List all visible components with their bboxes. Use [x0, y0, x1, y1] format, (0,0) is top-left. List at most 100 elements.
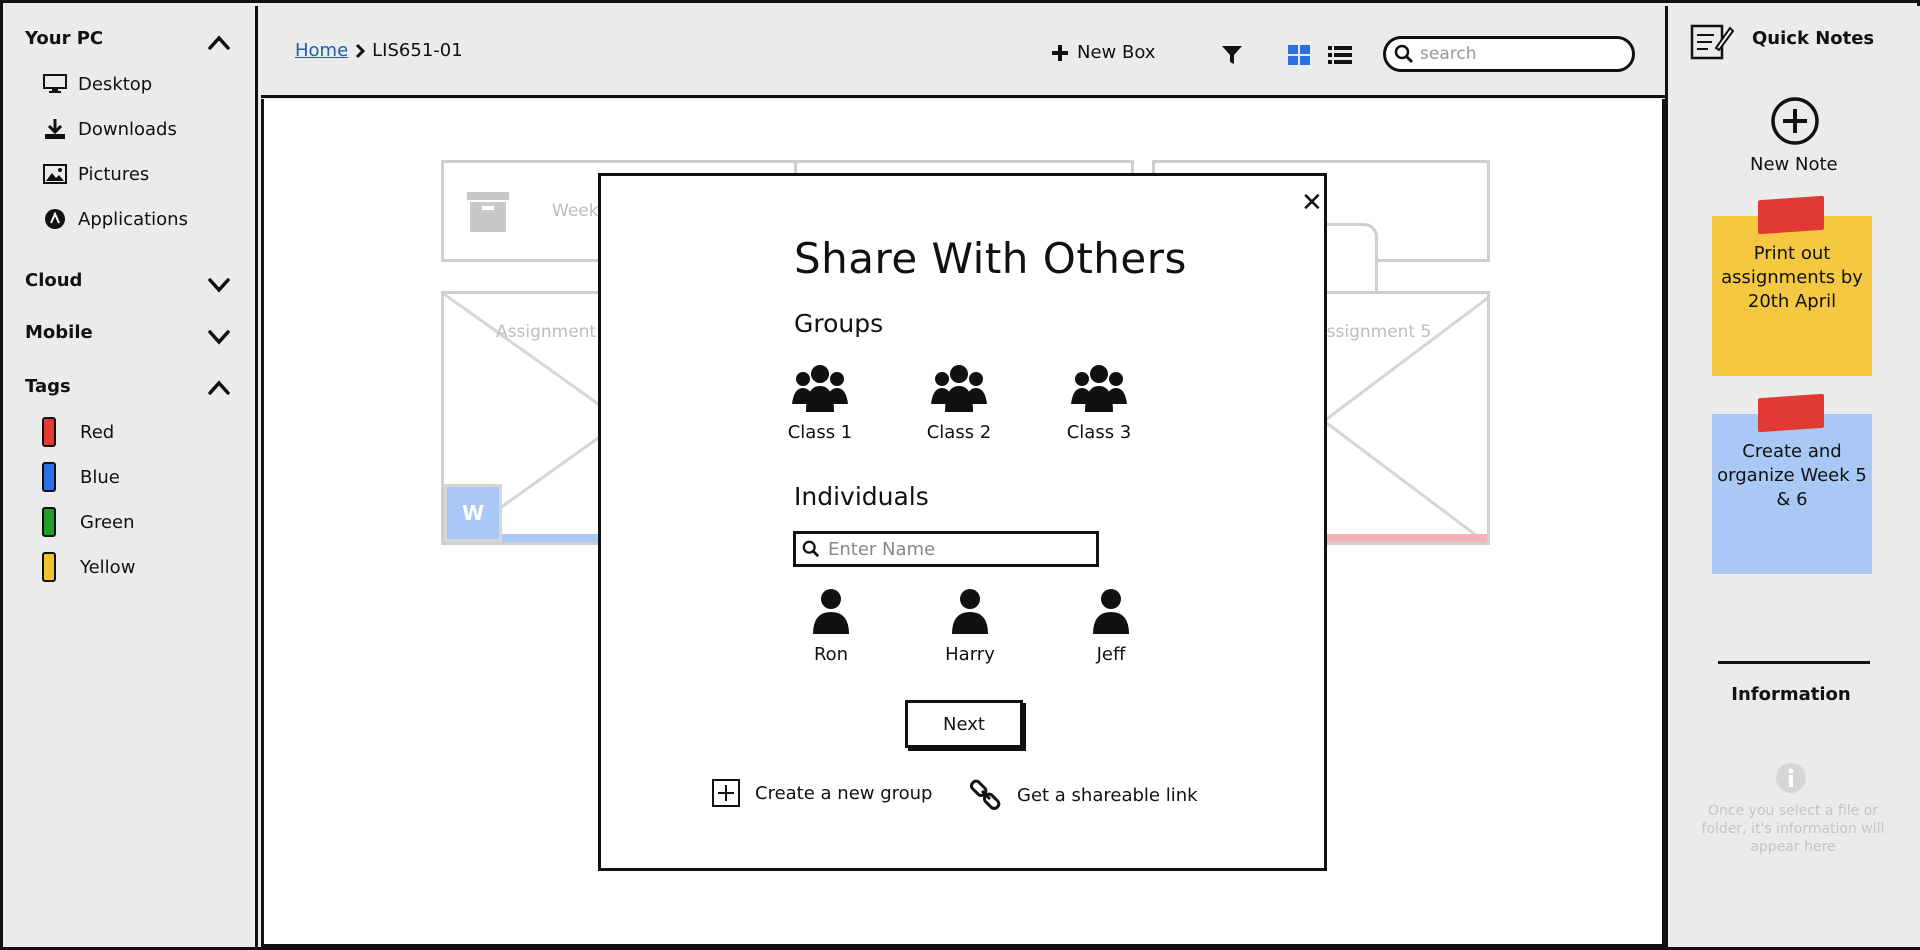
- individual-jeff[interactable]: Jeff: [1061, 588, 1161, 665]
- add-note-icon[interactable]: [1770, 96, 1820, 146]
- link-icon: [969, 779, 1001, 811]
- person-icon: [1093, 589, 1129, 634]
- notepad-icon: [1690, 24, 1734, 60]
- name-placeholder: Enter Name: [828, 538, 936, 560]
- grid-view-icon[interactable]: [1287, 44, 1311, 66]
- group-class-3[interactable]: Class 3: [1049, 364, 1149, 443]
- sidebar-item-applications[interactable]: Applications: [42, 204, 188, 234]
- ghost-card-label: Assignment: [496, 322, 597, 342]
- shareable-link-button[interactable]: Get a shareable link: [969, 778, 1198, 812]
- sidebar-item-desktop[interactable]: Desktop: [42, 69, 152, 99]
- picture-icon: [42, 162, 68, 186]
- chevron-up-icon[interactable]: [206, 377, 232, 399]
- individual-label: Harry: [945, 644, 995, 665]
- sidebar-item-label: Applications: [78, 208, 188, 230]
- quick-notes-title: Quick Notes: [1752, 28, 1875, 49]
- new-box-button[interactable]: New Box: [1051, 42, 1155, 63]
- tag-icon: [42, 507, 56, 537]
- individual-label: Jeff: [1096, 644, 1126, 665]
- monitor-icon: [42, 72, 68, 96]
- divider: [1718, 661, 1870, 664]
- breadcrumb-current: LIS651-01: [372, 40, 463, 61]
- tag-label: Red: [80, 421, 115, 443]
- shareable-link-label: Get a shareable link: [1017, 784, 1198, 806]
- chevron-up-icon[interactable]: [206, 32, 232, 54]
- tag-yellow[interactable]: Yellow: [42, 552, 135, 582]
- group-icon: [1071, 365, 1127, 412]
- word-file-icon: W: [444, 484, 502, 542]
- download-icon: [42, 117, 68, 141]
- individuals-heading: Individuals: [794, 482, 929, 511]
- information-title: Information: [1731, 684, 1851, 705]
- new-box-label: New Box: [1077, 42, 1156, 63]
- tag-blue[interactable]: Blue: [42, 462, 120, 492]
- section-tags[interactable]: Tags: [25, 376, 71, 397]
- search-placeholder: search: [1420, 44, 1477, 64]
- dialog-title: Share With Others: [794, 234, 1187, 283]
- sticky-note[interactable]: Print out assignments by 20th April: [1712, 195, 1872, 376]
- quick-notes-panel: Quick Notes New Note Print out assignmen…: [1665, 6, 1920, 947]
- top-toolbar: Home LIS651-01 New Box search: [261, 6, 1665, 98]
- app-window: Your PC Desktop Downloads Pictures Appli…: [0, 0, 1920, 950]
- breadcrumb-home-link[interactable]: Home: [295, 40, 348, 61]
- section-cloud[interactable]: Cloud: [25, 270, 82, 291]
- tag-green[interactable]: Green: [42, 507, 135, 537]
- create-group-label: Create a new group: [755, 782, 933, 804]
- group-icon: [792, 365, 848, 412]
- archive-box-icon: [467, 192, 509, 232]
- chevron-down-icon[interactable]: [206, 274, 232, 296]
- sidebar-item-downloads[interactable]: Downloads: [42, 114, 177, 144]
- search-icon: [802, 540, 820, 558]
- tag-icon: [42, 417, 56, 447]
- tag-label: Blue: [80, 466, 120, 488]
- group-icon: [931, 365, 987, 412]
- sidebar-item-pictures[interactable]: Pictures: [42, 159, 149, 189]
- tag-icon: [42, 552, 56, 582]
- plus-icon: [1052, 44, 1068, 61]
- new-note-label[interactable]: New Note: [1750, 154, 1838, 175]
- app-icon: [42, 207, 68, 231]
- individual-ron[interactable]: Ron: [781, 588, 881, 665]
- sticky-note-text: Print out assignments by 20th April: [1721, 243, 1863, 312]
- breadcrumb: Home LIS651-01: [295, 40, 463, 61]
- search-input[interactable]: search: [1383, 36, 1635, 72]
- tape: [1758, 393, 1824, 433]
- info-icon: [1776, 763, 1806, 793]
- group-label: Class 3: [1066, 422, 1132, 443]
- close-icon[interactable]: ✕: [1301, 188, 1323, 218]
- individual-label: Ron: [813, 644, 849, 665]
- ghost-card-label: Assignment 5: [1315, 322, 1432, 342]
- sidebar-item-label: Pictures: [78, 163, 150, 185]
- person-icon: [813, 589, 849, 634]
- chevron-down-icon[interactable]: [206, 326, 232, 348]
- sidebar-item-label: Desktop: [78, 73, 153, 95]
- tag-label: Green: [80, 511, 135, 533]
- tag-red[interactable]: Red: [42, 417, 114, 447]
- tag-icon: [42, 462, 56, 492]
- sidebar-item-label: Downloads: [78, 118, 177, 140]
- next-button[interactable]: Next: [905, 700, 1023, 748]
- create-group-link[interactable]: Create a new group: [711, 778, 933, 808]
- sticky-note-text: Create and organize Week 5 & 6: [1717, 441, 1867, 510]
- chevron-right-icon: [356, 43, 366, 58]
- filter-icon[interactable]: [1221, 44, 1243, 66]
- group-class-1[interactable]: Class 1: [770, 364, 870, 443]
- ghost-card-label: Week: [552, 201, 599, 221]
- section-your-pc[interactable]: Your PC: [25, 28, 103, 49]
- add-square-icon: [712, 779, 740, 807]
- groups-heading: Groups: [794, 309, 884, 338]
- person-icon: [952, 589, 988, 634]
- share-dialog: ✕ Share With Others Groups Class 1 Class…: [598, 173, 1327, 871]
- individual-harry[interactable]: Harry: [920, 588, 1020, 665]
- enter-name-input[interactable]: Enter Name: [793, 531, 1099, 567]
- group-class-2[interactable]: Class 2: [909, 364, 1009, 443]
- search-icon: [1394, 44, 1414, 64]
- sticky-note[interactable]: Create and organize Week 5 & 6: [1712, 393, 1872, 574]
- information-text: Once you select a file or folder, it's i…: [1701, 803, 1885, 855]
- group-label: Class 2: [926, 422, 992, 443]
- list-view-icon[interactable]: [1327, 44, 1353, 66]
- left-sidebar: Your PC Desktop Downloads Pictures Appli…: [6, 6, 258, 947]
- section-mobile[interactable]: Mobile: [25, 322, 93, 343]
- tape: [1758, 195, 1824, 235]
- group-label: Class 1: [787, 422, 853, 443]
